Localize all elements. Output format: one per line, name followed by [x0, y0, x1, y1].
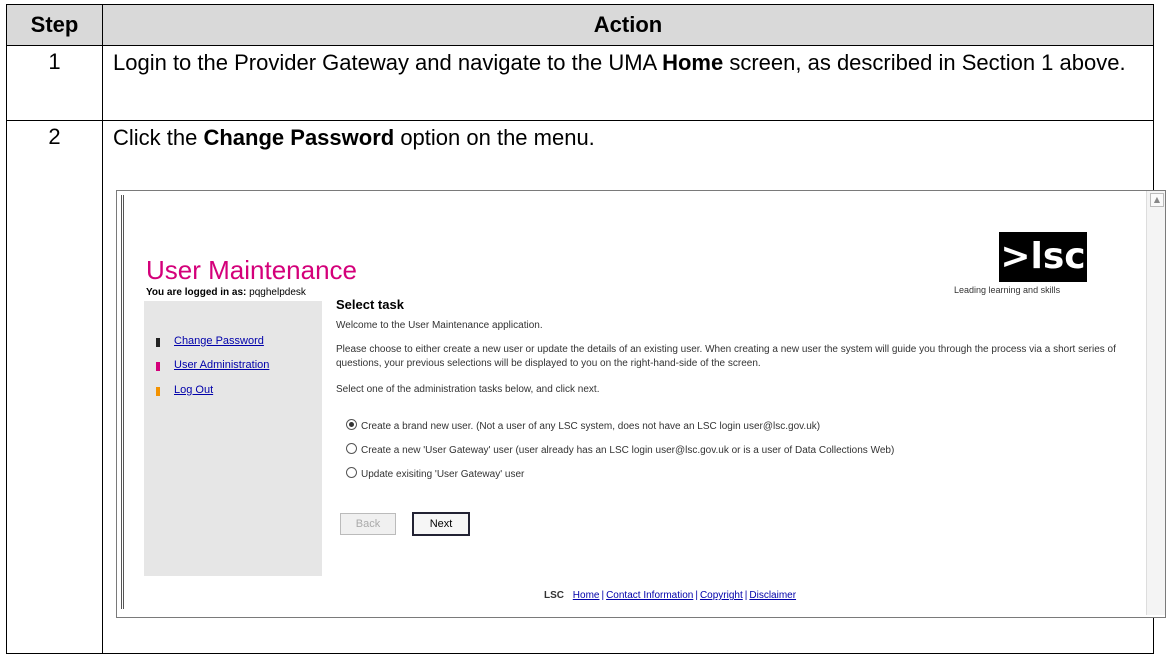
next-button[interactable]: Next — [412, 512, 470, 536]
sidebar-marker-icon — [156, 338, 160, 347]
prompt-text: Select one of the administration tasks b… — [336, 384, 600, 395]
sidebar-marker-icon — [156, 387, 160, 396]
action-text: Login to the Provider Gateway and naviga… — [102, 45, 1154, 121]
radio-button[interactable] — [346, 443, 357, 454]
welcome-text: Welcome to the User Maintenance applicat… — [336, 320, 543, 331]
radio-button[interactable] — [346, 467, 357, 478]
radio-option-create-new[interactable]: Create a brand new user. (Not a user of … — [346, 419, 820, 432]
logged-in-user: pqghelpdesk — [249, 287, 306, 298]
radio-button[interactable] — [346, 419, 357, 430]
sidebar: Change Password User Administration Log … — [144, 301, 322, 576]
footer-link-copyright[interactable]: Copyright — [700, 590, 743, 601]
scroll-up-icon[interactable]: ▲ — [1150, 193, 1164, 207]
header-action: Action — [102, 4, 1154, 46]
footer-link-disclaimer[interactable]: Disclaimer — [749, 590, 796, 601]
step-number: 1 — [6, 45, 103, 121]
logo-tagline: Leading learning and skills — [954, 285, 1061, 295]
back-button[interactable]: Back — [340, 513, 396, 535]
sidebar-item-user-administration[interactable]: User Administration — [174, 359, 269, 371]
embedded-screenshot: User Maintenance >lsc Leading learning a… — [116, 190, 1166, 618]
section-heading: Select task — [336, 297, 404, 312]
footer-link-contact[interactable]: Contact Information — [606, 590, 693, 601]
sidebar-marker-icon — [156, 362, 160, 371]
table-row: 1 Login to the Provider Gateway and navi… — [6, 45, 1154, 121]
footer-link-home[interactable]: Home — [573, 590, 600, 601]
app-window: User Maintenance >lsc Leading learning a… — [121, 195, 1144, 609]
header-step: Step — [6, 4, 103, 46]
lsc-logo: >lsc — [999, 232, 1087, 282]
sidebar-item-log-out[interactable]: Log Out — [174, 384, 213, 396]
instructions-text: Please choose to either create a new use… — [336, 344, 1116, 369]
radio-option-update-existing[interactable]: Update exisiting 'User Gateway' user — [346, 467, 524, 480]
table-header-row: Step Action — [6, 4, 1154, 46]
footer: LSC Home | Contact Information | Copyright | D… — [544, 590, 797, 601]
app-title: User Maintenance — [146, 255, 357, 285]
step-number: 2 — [6, 120, 103, 654]
logged-in-info: You are logged in as: pqghelpdesk — [146, 287, 306, 298]
vertical-scrollbar[interactable]: ▲ — [1146, 191, 1165, 615]
sidebar-item-change-password[interactable]: Change Password — [174, 335, 264, 347]
radio-option-create-gateway[interactable]: Create a new 'User Gateway' user (user a… — [346, 443, 894, 456]
footer-label: LSC — [544, 590, 564, 601]
